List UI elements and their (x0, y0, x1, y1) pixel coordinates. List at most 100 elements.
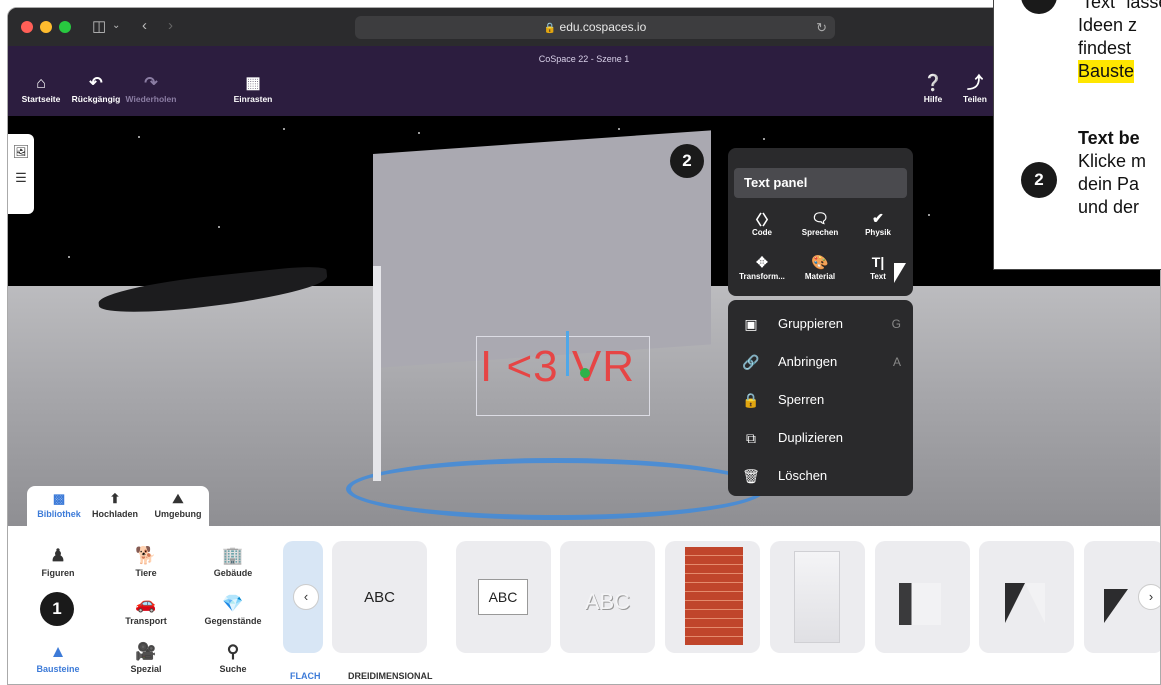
physics-button[interactable]: ✔ Physik (850, 210, 906, 237)
speech-button[interactable]: 🗨 Sprechen (792, 210, 848, 237)
undo-button[interactable]: ↶ Rückgängig (68, 74, 124, 104)
gallery-icon[interactable]: 🖼 (8, 144, 34, 160)
board-edge (373, 266, 381, 481)
browser-window: ◫ ⌄ ‹ › 🔒 edu.cospaces.io ↻ CoSpace 22 -… (7, 7, 1161, 685)
person-icon: ♟ (50, 546, 66, 565)
code-button[interactable]: 〈〉 Code (734, 210, 790, 237)
scroll-right-button[interactable]: › (1138, 584, 1160, 610)
undo-icon: ↶ (89, 75, 103, 92)
help-button[interactable]: ❔ Hilfe (918, 74, 948, 104)
star (763, 138, 765, 140)
transform-label: Transform... (739, 272, 785, 281)
category-search[interactable]: ⚲ Suche (198, 642, 268, 674)
group-label: Gruppieren (778, 316, 844, 331)
dog-icon: 🐕 (135, 546, 157, 565)
item-tile[interactable] (979, 541, 1074, 653)
gizmo-up-arrow[interactable] (566, 331, 569, 376)
landscape-icon: ⛰ (172, 491, 184, 506)
shapes-icon: ▲ (49, 642, 67, 661)
forward-icon[interactable]: › (168, 17, 173, 34)
tab-environment[interactable]: ⛰ Umgebung (149, 491, 207, 519)
pyramid-item (1104, 589, 1128, 623)
text-label: Text (870, 272, 886, 281)
item-tile[interactable] (875, 541, 970, 653)
help-label: Hilfe (923, 94, 943, 104)
tab-upload[interactable]: ⬆ Hochladen (89, 491, 141, 519)
minimize-window-button[interactable] (40, 21, 52, 33)
tab-library[interactable]: ▩ Bibliothek (33, 491, 85, 519)
transform-button[interactable]: ✥ Transform... (734, 254, 790, 281)
move-icon: ✥ (756, 254, 768, 270)
home-button[interactable]: ⌂ Startseite (16, 74, 66, 104)
group-menu-item[interactable]: ▣ Gruppieren G (728, 306, 913, 342)
item-tile[interactable] (770, 541, 865, 653)
trash-icon: 🗑 (742, 468, 760, 484)
gizmo-right-handle[interactable] (580, 368, 590, 378)
padlock-icon: 🔒 (742, 392, 760, 408)
brick-wall-item (685, 547, 743, 645)
close-window-button[interactable] (21, 21, 33, 33)
category-buildings[interactable]: 🏢 Gebäude (198, 546, 268, 578)
category-figures[interactable]: ♟ Figuren (23, 546, 93, 578)
star (418, 132, 420, 134)
back-icon[interactable]: ‹ (142, 17, 147, 34)
snap-button[interactable]: ▦ Einrasten (228, 74, 278, 104)
address-bar[interactable]: 🔒 edu.cospaces.io ↻ (355, 16, 835, 39)
category-building-blocks[interactable]: ▲ Bausteine (23, 642, 93, 674)
left-sidebar: 🖼 ☰ (8, 134, 34, 214)
star (68, 256, 70, 258)
redo-icon: ↷ (144, 75, 158, 92)
item-tile[interactable]: ABC (456, 541, 551, 653)
library-tabs: ▩ Bibliothek ⬆ Hochladen ⛰ Umgebung (27, 486, 209, 528)
code-icon: 〈〉 (748, 212, 776, 228)
item-tile[interactable]: ABC (332, 541, 427, 653)
car-icon: 🚗 (135, 594, 157, 613)
lock-menu-item[interactable]: 🔒 Sperren (728, 382, 913, 418)
category-transport[interactable]: 🚗 Transport (111, 594, 181, 626)
scroll-left-button[interactable]: ‹ (293, 584, 319, 610)
instruction-line-3: findest (1078, 38, 1132, 58)
upload-icon: ⬆ (109, 491, 121, 506)
subtab-three-d[interactable]: DREIDIMENSIONAL (348, 671, 433, 681)
scene-title: CoSpace 22 - Szene 1 (538, 54, 630, 64)
help-icon: ❔ (923, 75, 943, 92)
pyramid-item (1005, 583, 1045, 623)
delete-menu-item[interactable]: 🗑 Löschen (728, 458, 913, 494)
tab-upload-label: Hochladen (91, 509, 138, 519)
share-icon: ⤴ (966, 75, 983, 92)
category-special[interactable]: 🎥 Spezial (111, 642, 181, 674)
text-board-object[interactable] (373, 130, 711, 368)
scene-viewport[interactable]: 🖼 ☰ I <3 VR 2 (8, 116, 1160, 526)
attach-menu-item[interactable]: 🔗 Anbringen A (728, 344, 913, 380)
lock-icon: 🔒 (543, 23, 557, 34)
app-toolbar: CoSpace 22 - Szene 1 ⌂ Startseite ↶ Rück… (8, 46, 1160, 116)
reload-icon[interactable]: ↻ (816, 16, 827, 39)
browser-titlebar: ◫ ⌄ ‹ › 🔒 edu.cospaces.io ↻ (8, 8, 1160, 46)
tile-3d-text: ABC (584, 589, 631, 614)
library-icon: ▩ (52, 491, 66, 506)
instruction-link[interactable]: Bauste (1078, 60, 1135, 83)
material-button[interactable]: 🎨 Material (792, 254, 848, 281)
list-icon[interactable]: ☰ (8, 170, 34, 186)
glass-panel-item (794, 551, 840, 643)
attach-label: Anbringen (778, 354, 838, 369)
zoom-window-button[interactable] (59, 21, 71, 33)
item-tile[interactable]: ABC (560, 541, 655, 653)
duplicate-menu-item[interactable]: ⧉ Duplizieren (728, 420, 913, 456)
instruction-step2-line-3: und der (1078, 197, 1140, 217)
subtab-flat[interactable]: FLACH (290, 671, 321, 681)
chevron-down-icon[interactable]: ⌄ (112, 20, 120, 31)
board-text[interactable]: I <3 VR (480, 342, 635, 392)
instruction-step2-line-1: Klicke m (1078, 151, 1147, 171)
category-animals[interactable]: 🐕 Tiere (111, 546, 181, 578)
material-label: Material (804, 272, 836, 281)
special-label: Spezial (130, 664, 162, 674)
step-badge-1: 1 (40, 592, 74, 626)
star (618, 128, 620, 130)
item-tile[interactable] (665, 541, 760, 653)
redo-button[interactable]: ↷ Wiederholen (121, 74, 181, 104)
instruction-line-2: Ideen z (1078, 15, 1138, 35)
share-button[interactable]: ⤴ Teilen (958, 74, 992, 104)
category-items[interactable]: 💎 Gegenstände (198, 594, 268, 626)
sidebar-toggle-icon[interactable]: ◫ (92, 17, 106, 35)
